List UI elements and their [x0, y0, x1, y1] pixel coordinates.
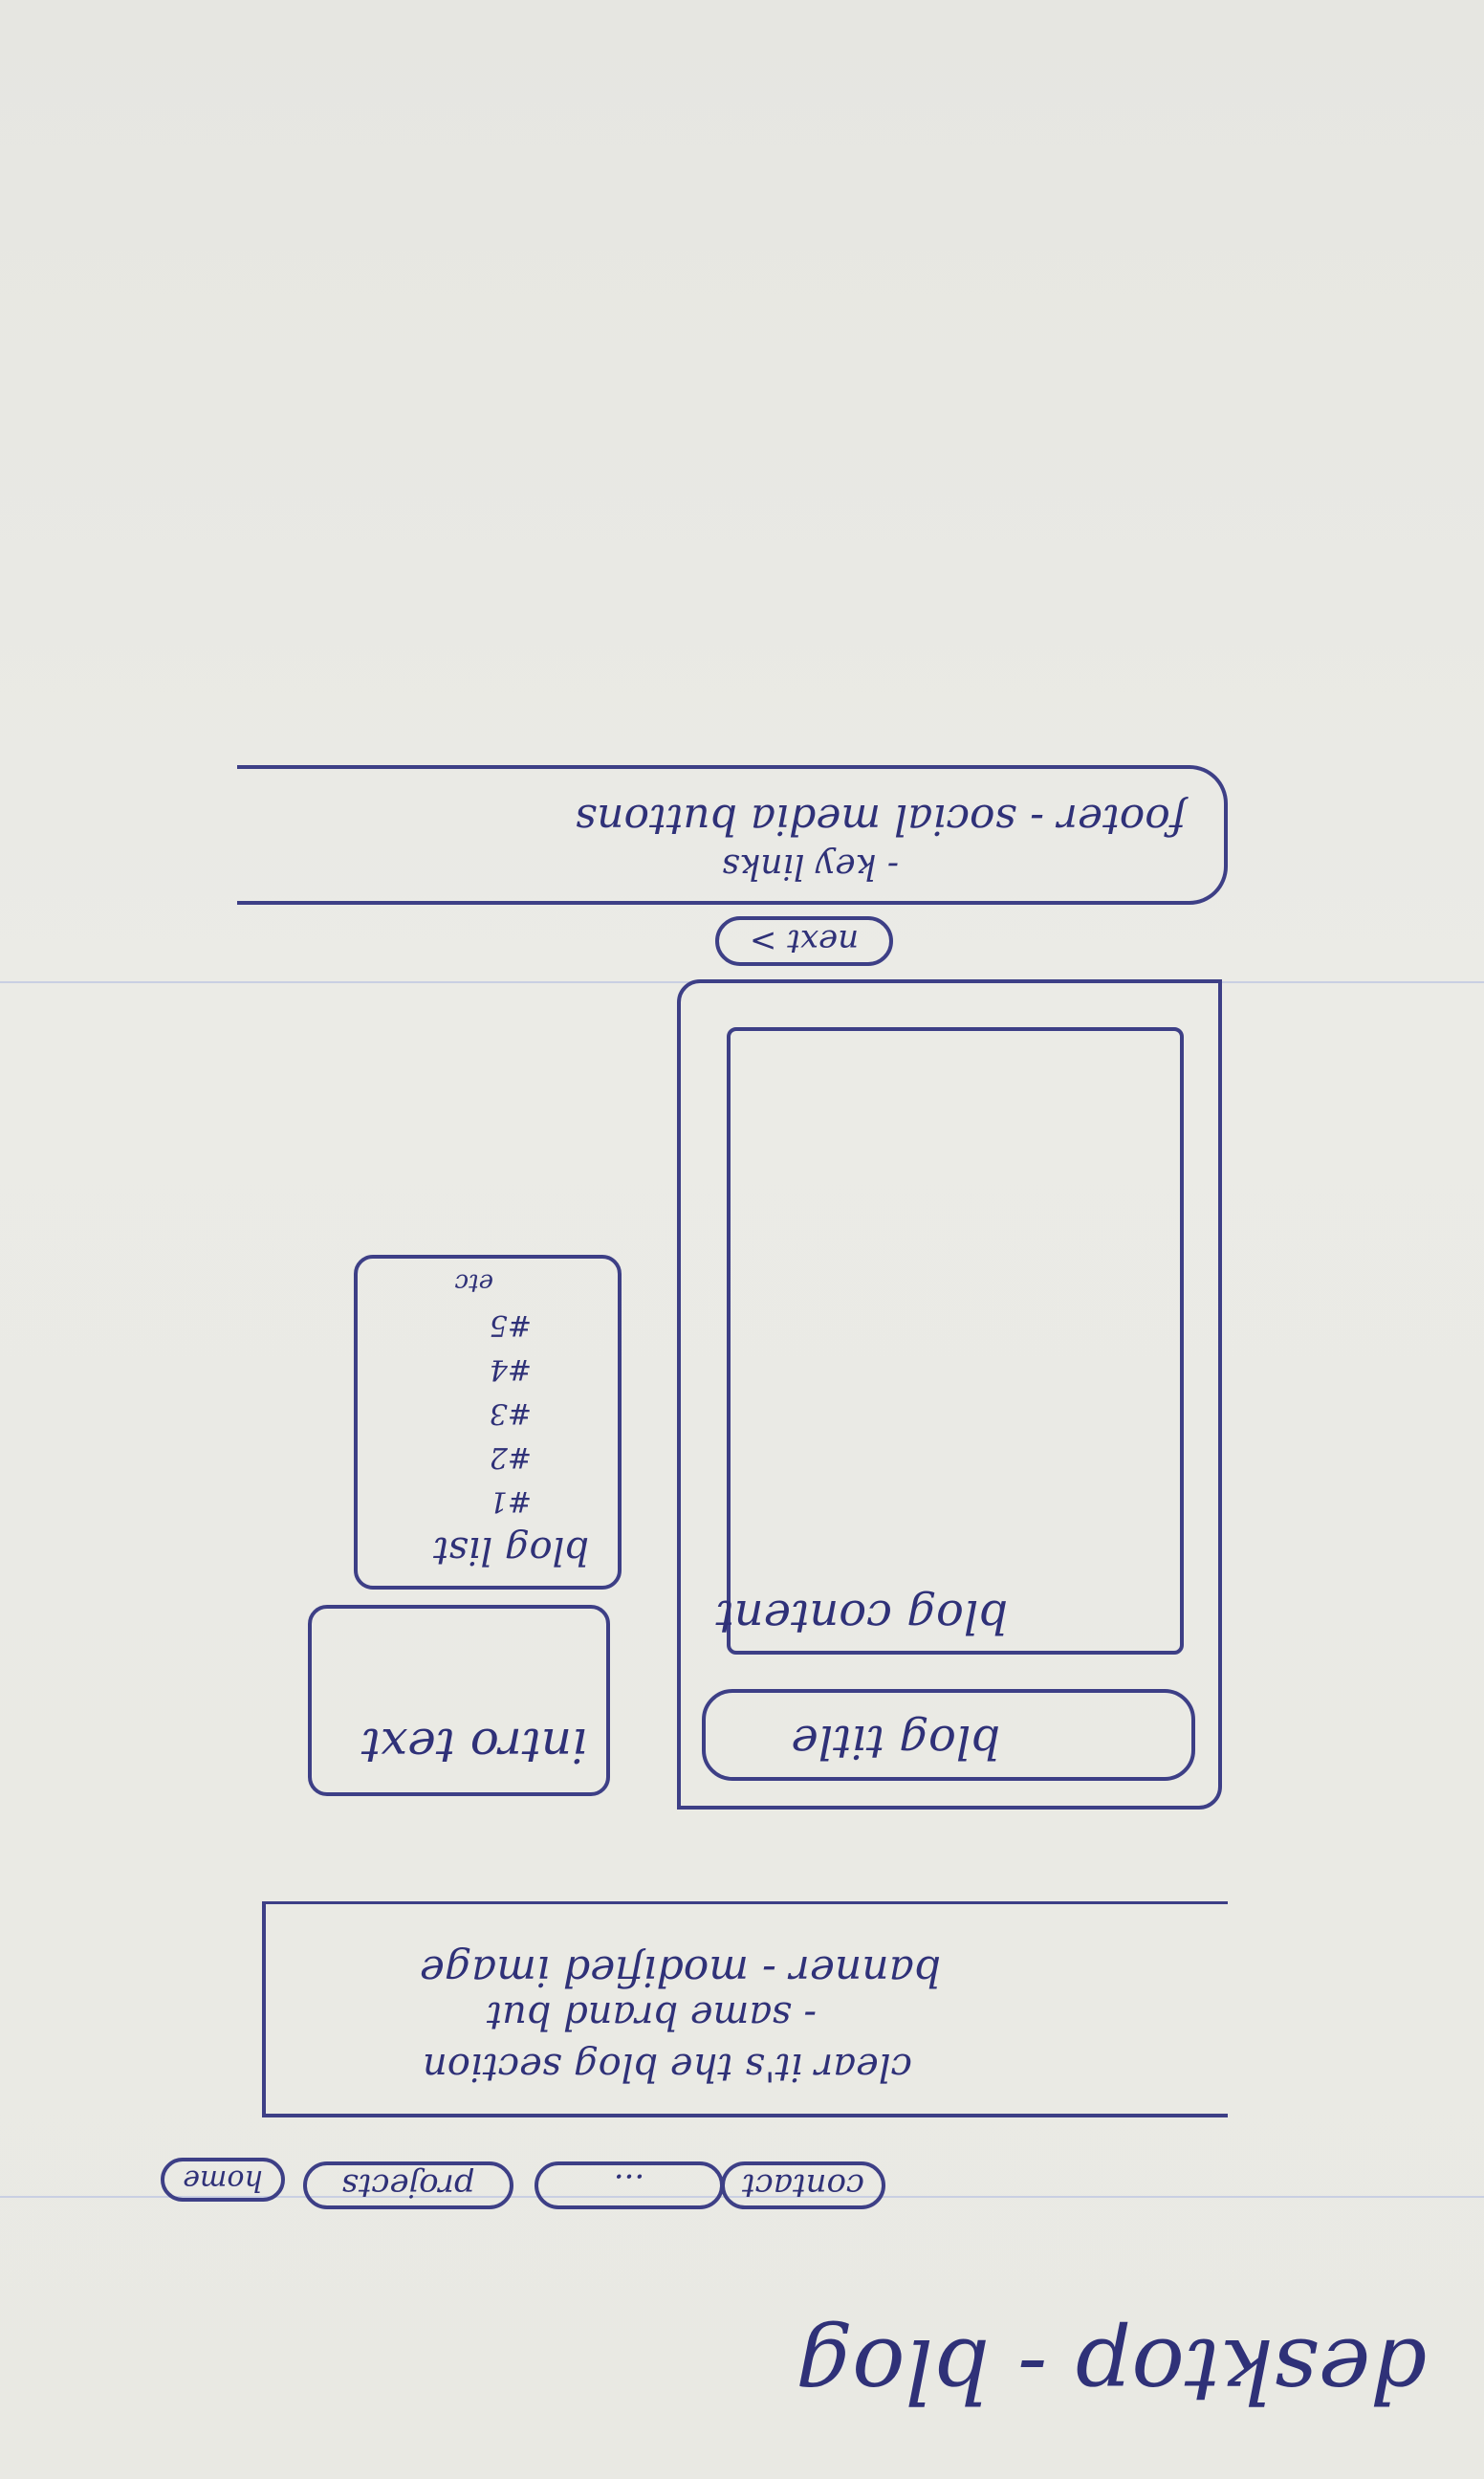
blog-list-items: #1 #2 #3 #4 #5 [490, 1303, 532, 1523]
blog-list-item[interactable]: #4 [490, 1347, 532, 1391]
blog-content-label: blog content [715, 1590, 1008, 1643]
banner-box: banner - modified image - same brand but… [262, 1901, 1228, 2117]
blog-title-bar: blog title [702, 1689, 1195, 1781]
nav-blog-button[interactable]: ... [535, 2161, 724, 2209]
blog-list-title: blog list [433, 1528, 589, 1572]
footer-note: - key links [721, 846, 899, 886]
intro-text-box: intro text [308, 1605, 610, 1796]
nav-home-button[interactable]: home [161, 2158, 285, 2202]
blog-list-box: blog list #1 #2 #3 #4 #5 etc [354, 1255, 622, 1590]
blog-list-item[interactable]: #1 [490, 1479, 532, 1523]
blog-content-area: blog content [715, 1027, 1184, 1655]
nav-contact-button[interactable]: contact [721, 2161, 885, 2209]
footer-box: footer - social media buttons - key link… [237, 765, 1228, 905]
blog-list-item[interactable]: #2 [490, 1435, 532, 1479]
banner-note-2: clear it's the blog section [423, 2045, 912, 2089]
blog-title-label: blog title [791, 1715, 1000, 1768]
banner-label: banner - modified image [419, 1946, 941, 1995]
wireframe-sketch: desktop - blog home projects ... contact… [0, 0, 1484, 2479]
blog-list-item[interactable]: #5 [490, 1303, 532, 1347]
blog-list-etc: etc [454, 1268, 493, 1297]
page-heading: desktop - blog [796, 2319, 1427, 2422]
blog-list-item[interactable]: #3 [490, 1391, 532, 1435]
next-button[interactable]: next > [715, 916, 893, 966]
banner-note-1: - same brand but [486, 1993, 817, 2037]
intro-text-label: intro text [360, 1718, 587, 1773]
nav-projects-button[interactable]: projects [303, 2161, 513, 2209]
footer-label: footer - social media buttons [575, 795, 1186, 844]
